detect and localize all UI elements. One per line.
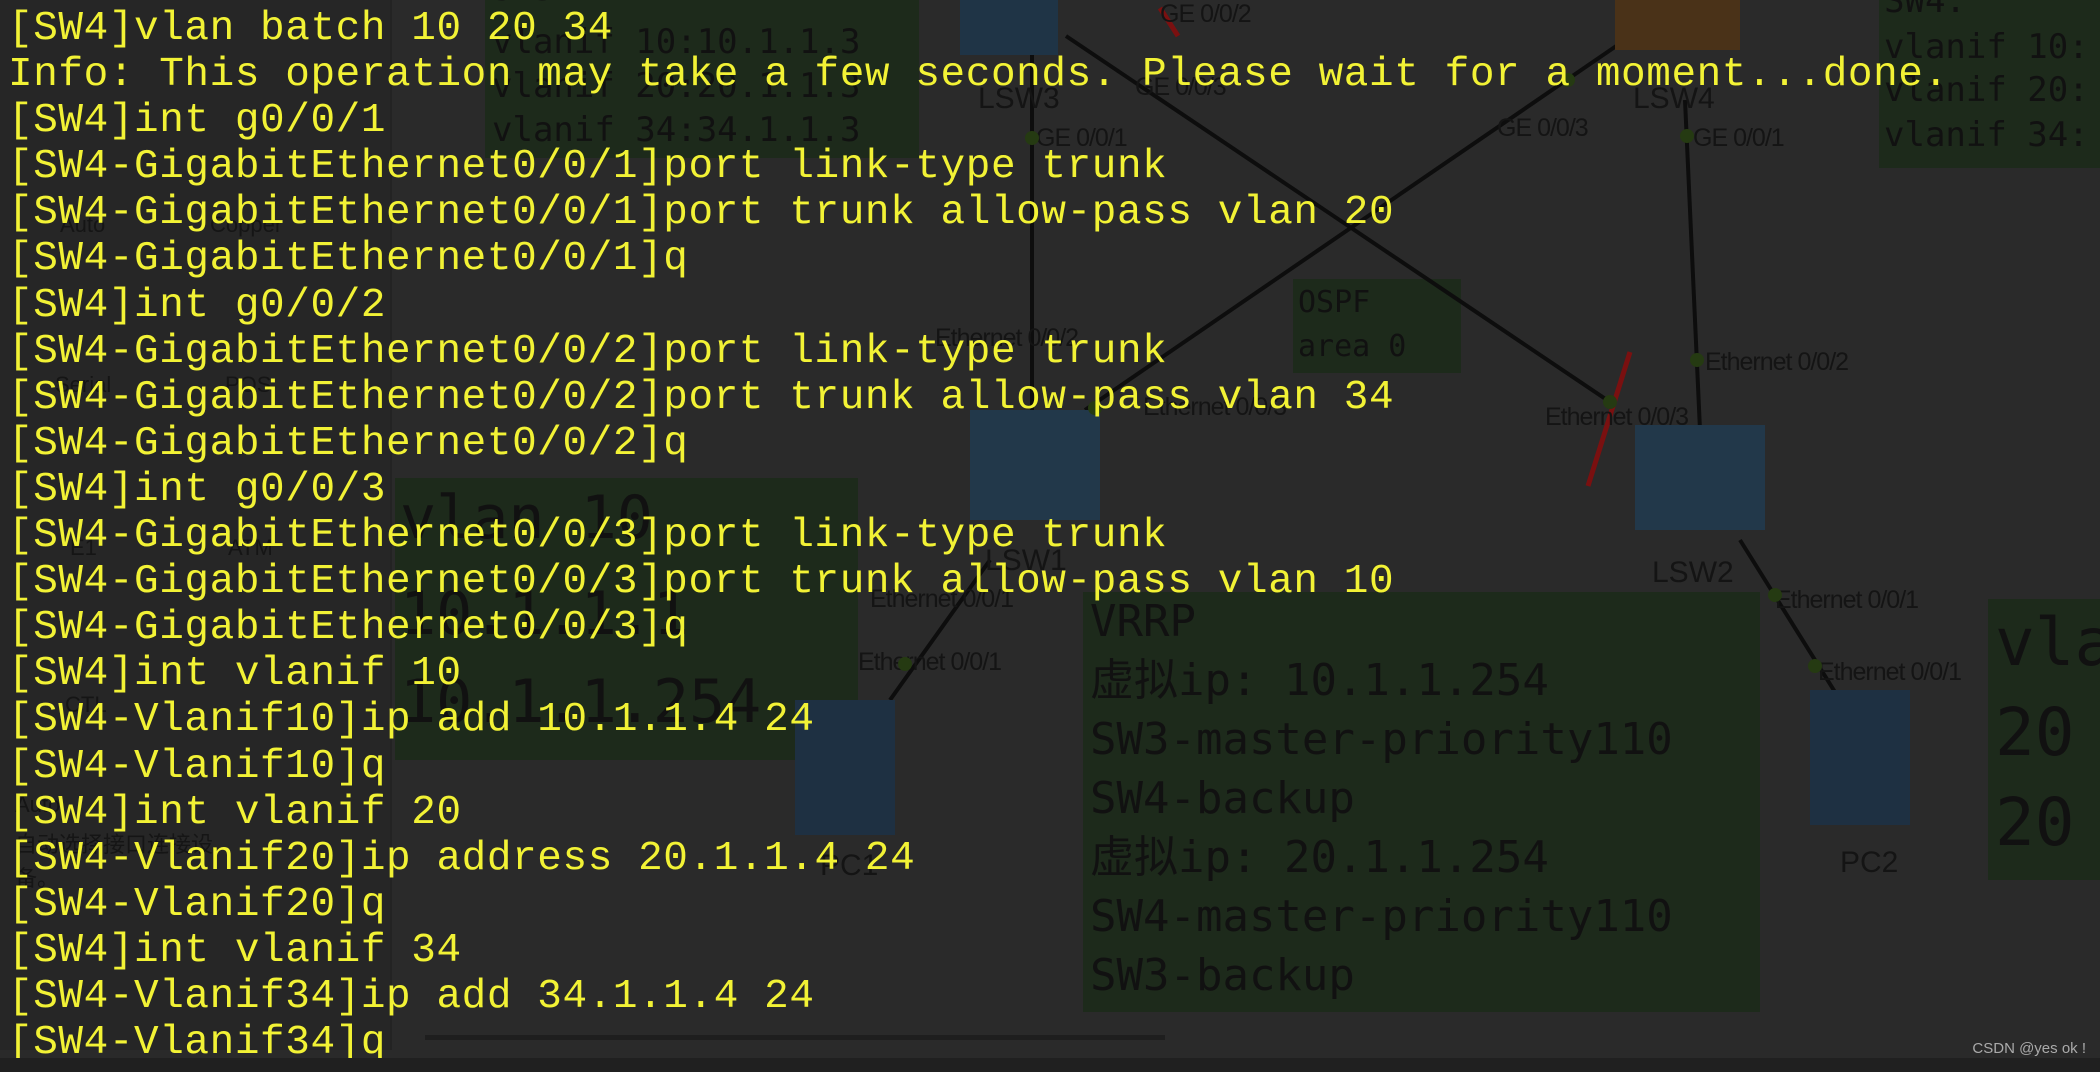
svg-text:20: 20 [1995, 784, 2074, 861]
terminal-line: [SW4-Vlanif34]ip add 34.1.1.4 24 [8, 973, 815, 1020]
terminal-line: [SW4]int vlanif 20 [8, 789, 462, 836]
svg-text:vla: vla [1995, 604, 2100, 681]
terminal-output[interactable]: [SW4]vlan batch 10 20 34 Info: This opera… [8, 6, 1949, 1066]
terminal-line: [SW4-GigabitEthernet0/0/3]q [8, 605, 689, 652]
terminal-line: [SW4-GigabitEthernet0/0/2]port trunk all… [8, 374, 1395, 421]
terminal-line: [SW4-GigabitEthernet0/0/3]port trunk all… [8, 559, 1395, 606]
terminal-line: [SW4-Vlanif20]q [8, 881, 387, 928]
terminal-line: [SW4-Vlanif20]ip address 20.1.1.4 24 [8, 835, 916, 882]
terminal-line: [SW4]int g0/0/1 [8, 98, 387, 145]
terminal-line: [SW4-GigabitEthernet0/0/3]port link-type… [8, 513, 1168, 560]
horizontal-scrollbar[interactable] [425, 1035, 1165, 1040]
terminal-line: [SW4]int g0/0/3 [8, 466, 387, 513]
terminal-line: [SW4-GigabitEthernet0/0/1]port trunk all… [8, 190, 1395, 237]
terminal-line: [SW4-Vlanif10]ip add 10.1.1.4 24 [8, 697, 815, 744]
terminal-line: [SW4]int vlanif 10 [8, 651, 462, 698]
status-bar [0, 1058, 2100, 1072]
terminal-line: [SW4]int vlanif 34 [8, 927, 462, 974]
svg-text:20: 20 [1995, 694, 2074, 771]
terminal-line: [SW4-GigabitEthernet0/0/1]port link-type… [8, 144, 1168, 191]
terminal-line: [SW4]int g0/0/2 [8, 282, 387, 329]
terminal-line: Info: This operation may take a few seco… [8, 52, 1949, 99]
terminal-line: [SW4-GigabitEthernet0/0/2]q [8, 420, 689, 467]
terminal-line: [SW4]vlan batch 10 20 34 [8, 6, 613, 52]
terminal-line: [SW4-GigabitEthernet0/0/2]port link-type… [8, 328, 1168, 375]
terminal-line: [SW4-GigabitEthernet0/0/1]q [8, 236, 689, 283]
terminal-line: [SW4-Vlanif10]q [8, 743, 387, 790]
watermark: CSDN @yes ok ! [1972, 1040, 2086, 1057]
